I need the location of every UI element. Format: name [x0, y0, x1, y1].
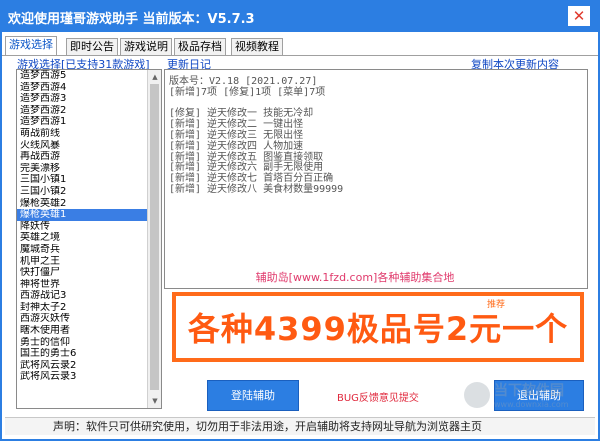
tab-announcement[interactable]: 即时公告 [66, 38, 118, 55]
changelog-line: [新增]7项 [修复]1项 [菜单]7项 [169, 86, 326, 98]
game-list-item[interactable]: 降妖传 [17, 221, 147, 233]
game-list-item[interactable]: 完美漂移 [17, 163, 147, 175]
game-list-item[interactable]: 造梦西游4 [17, 82, 147, 94]
game-list-item[interactable]: 魔城奇兵 [17, 244, 147, 256]
promo-banner[interactable]: 推荐 各种4399极品号2元一个 [172, 292, 584, 362]
scroll-thumb[interactable] [150, 84, 159, 390]
game-list-item[interactable]: 机甲之王 [17, 256, 147, 268]
tab-premium-saves[interactable]: 极品存档 [174, 38, 226, 55]
game-list-item[interactable]: 瞎木使用者 [17, 325, 147, 337]
game-list[interactable]: 造梦西游5 造梦西游4 造梦西游3 造梦西游2 造梦西游1 萌战前线 火线风暴 再战西游 完美漂… [16, 69, 162, 409]
close-button[interactable]: ✕ [568, 6, 590, 26]
game-list-item[interactable]: 国王的勇士6 [17, 348, 147, 360]
game-list-item[interactable]: 造梦西游1 [17, 116, 147, 128]
login-button[interactable]: 登陆辅助 [207, 380, 299, 411]
banner-text: 各种4399极品号2元一个 [187, 310, 569, 348]
game-list-item[interactable]: 火线风暴 [17, 140, 147, 152]
tab-game-select[interactable]: 游戏选择 [5, 36, 57, 56]
tab-game-guide[interactable]: 游戏说明 [120, 38, 172, 55]
game-list-items: 造梦西游5 造梦西游4 造梦西游3 造梦西游2 造梦西游1 萌战前线 火线风暴 再战西游 完美漂… [17, 70, 147, 383]
game-list-item[interactable]: 英雄之境 [17, 232, 147, 244]
status-bar: 声明：软件只可供研究使用，切勿用于非法用途，开启辅助将支持网址导航为浏览器主页 [5, 417, 595, 435]
game-list-item[interactable]: 武将风云录3 [17, 371, 147, 383]
game-list-item[interactable]: 西游灭妖传 [17, 313, 147, 325]
game-list-item[interactable]: 再战西游 [17, 151, 147, 163]
game-list-item[interactable]: 三国小镇1 [17, 174, 147, 186]
watermark-logo-icon [464, 382, 490, 408]
game-list-item[interactable]: 爆枪英雄1 [17, 209, 147, 221]
game-list-item[interactable]: 封神太子2 [17, 302, 147, 314]
app-window: 欢迎使用瑾哥游戏助手 当前版本：V5.7.3 ✕ 即时公告 游戏说明 极品存档 … [0, 0, 600, 441]
site-promo-text[interactable]: 辅助岛[www.1fzd.com]各种辅助集合地 [2, 269, 598, 285]
game-list-item[interactable]: 勇士的信仰 [17, 337, 147, 349]
title-bar[interactable]: 欢迎使用瑾哥游戏助手 当前版本：V5.7.3 ✕ [0, 0, 600, 32]
exit-button[interactable]: 退出辅助 [494, 380, 584, 411]
game-list-scrollbar[interactable]: ▲ ▼ [147, 70, 161, 408]
tab-video-tutorial[interactable]: 视频教程 [231, 38, 283, 55]
game-list-item[interactable]: 造梦西游2 [17, 105, 147, 117]
game-list-item[interactable]: 萌战前线 [17, 128, 147, 140]
feedback-link[interactable]: BUG反馈意见提交 [337, 389, 419, 404]
changelog-box[interactable]: 版本号：V2.18 [2021.07.27] [新增]7项 [修复]1项 [菜单]… [164, 69, 588, 289]
game-list-item[interactable]: 造梦西游5 [17, 70, 147, 82]
game-list-item[interactable]: 三国小镇2 [17, 186, 147, 198]
changelog-line: [新增] 逆天修改八 美食材数量99999 [169, 184, 344, 195]
game-list-item[interactable]: 造梦西游3 [17, 93, 147, 105]
game-list-item[interactable]: 西游战记3 [17, 290, 147, 302]
scroll-down-icon[interactable]: ▼ [150, 396, 160, 406]
game-list-item[interactable]: 爆枪英雄2 [17, 198, 147, 210]
window-title: 欢迎使用瑾哥游戏助手 当前版本：V5.7.3 [8, 12, 255, 27]
client-area: 即时公告 游戏说明 极品存档 视频教程 游戏选择 游戏选择[已支持31款游戏] … [2, 32, 598, 439]
scroll-up-icon[interactable]: ▲ [150, 72, 160, 82]
game-list-item[interactable]: 武将风云录2 [17, 360, 147, 372]
